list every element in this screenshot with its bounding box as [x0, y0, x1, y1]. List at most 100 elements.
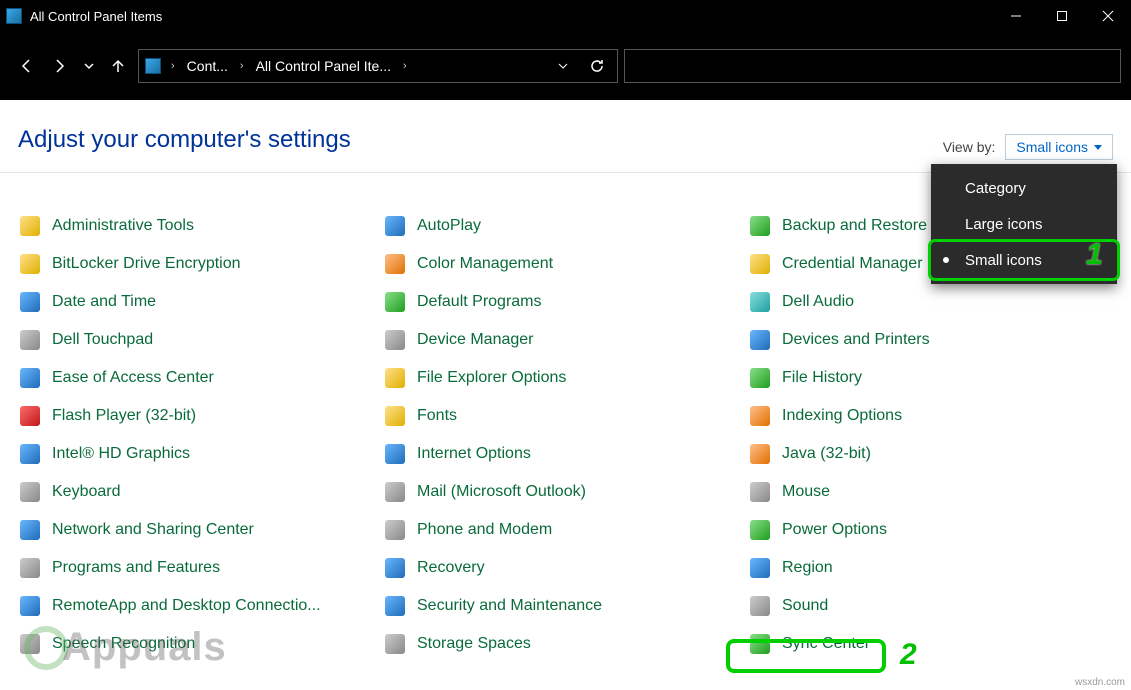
control-panel-item[interactable]: Power Options	[748, 511, 1108, 549]
maximize-button[interactable]	[1039, 0, 1085, 32]
breadcrumb-segment[interactable]: All Control Panel Ite...	[254, 58, 393, 74]
control-panel-item[interactable]: Internet Options	[383, 435, 743, 473]
item-label: Keyboard	[52, 483, 121, 501]
item-icon	[385, 216, 405, 236]
control-panel-item[interactable]: Dell Touchpad	[18, 321, 378, 359]
control-panel-item[interactable]: BitLocker Drive Encryption	[18, 245, 378, 283]
footer-credit: wsxdn.com	[1075, 677, 1125, 688]
item-label: Java (32-bit)	[782, 445, 871, 463]
item-icon	[750, 558, 770, 578]
option-label: Category	[965, 180, 1026, 197]
item-label: Internet Options	[417, 445, 531, 463]
control-panel-item[interactable]: Programs and Features	[18, 549, 378, 587]
control-panel-item[interactable]: Java (32-bit)	[748, 435, 1108, 473]
control-panel-item[interactable]: Sound	[748, 587, 1108, 625]
control-panel-icon	[6, 8, 22, 24]
item-icon	[385, 444, 405, 464]
minimize-button[interactable]	[993, 0, 1039, 32]
control-panel-item[interactable]: Mouse	[748, 473, 1108, 511]
chevron-right-icon[interactable]: ›	[236, 60, 248, 72]
item-icon	[385, 558, 405, 578]
view-option-large-icons[interactable]: Large icons	[931, 206, 1117, 242]
item-label: Flash Player (32-bit)	[52, 407, 196, 425]
item-icon	[385, 634, 405, 654]
recent-locations-button[interactable]	[80, 52, 98, 80]
view-by-label: View by:	[943, 139, 996, 155]
control-panel-item[interactable]: Security and Maintenance	[383, 587, 743, 625]
item-label: Mouse	[782, 483, 830, 501]
control-panel-item[interactable]: Sync Center	[748, 625, 1108, 663]
control-panel-item[interactable]: Date and Time	[18, 283, 378, 321]
control-panel-item[interactable]: AutoPlay	[383, 207, 743, 245]
item-label: Programs and Features	[52, 559, 220, 577]
control-panel-item[interactable]: Network and Sharing Center	[18, 511, 378, 549]
item-label: Device Manager	[417, 331, 534, 349]
item-label: Security and Maintenance	[417, 597, 602, 615]
back-button[interactable]	[12, 52, 40, 80]
control-panel-item[interactable]: Intel® HD Graphics	[18, 435, 378, 473]
control-panel-item[interactable]: RemoteApp and Desktop Connectio...	[18, 587, 378, 625]
item-icon	[385, 330, 405, 350]
item-label: Phone and Modem	[417, 521, 552, 539]
view-option-category[interactable]: Category	[931, 170, 1117, 206]
breadcrumb-segment[interactable]: Cont...	[185, 58, 230, 74]
item-label: Administrative Tools	[52, 217, 194, 235]
item-label: RemoteApp and Desktop Connectio...	[52, 597, 321, 615]
item-icon	[20, 330, 40, 350]
item-icon	[750, 330, 770, 350]
option-label: Small icons	[965, 252, 1042, 269]
control-panel-item[interactable]: Region	[748, 549, 1108, 587]
control-panel-item[interactable]: Device Manager	[383, 321, 743, 359]
control-panel-item[interactable]: Flash Player (32-bit)	[18, 397, 378, 435]
item-label: Sync Center	[782, 635, 870, 653]
search-input[interactable]	[624, 49, 1121, 83]
item-label: Mail (Microsoft Outlook)	[417, 483, 586, 501]
item-icon	[385, 406, 405, 426]
view-by-control: View by: Small icons	[943, 134, 1113, 160]
item-label: Recovery	[417, 559, 485, 577]
control-panel-item[interactable]: Default Programs	[383, 283, 743, 321]
caret-down-icon	[1094, 145, 1102, 150]
chevron-right-icon[interactable]: ›	[399, 60, 411, 72]
view-by-dropdown[interactable]: Small icons	[1005, 134, 1113, 160]
annotation-number-1: 1	[1086, 238, 1103, 272]
control-panel-item[interactable]: Recovery	[383, 549, 743, 587]
control-panel-item[interactable]: Indexing Options	[748, 397, 1108, 435]
address-bar[interactable]: › Cont... › All Control Panel Ite... ›	[138, 49, 618, 83]
control-panel-item[interactable]: Devices and Printers	[748, 321, 1108, 359]
item-icon	[20, 444, 40, 464]
item-icon	[750, 254, 770, 274]
item-label: File History	[782, 369, 862, 387]
control-panel-item[interactable]: Storage Spaces	[383, 625, 743, 663]
item-label: AutoPlay	[417, 217, 481, 235]
control-panel-item[interactable]: File History	[748, 359, 1108, 397]
up-button[interactable]	[104, 52, 132, 80]
control-panel-item[interactable]: Phone and Modem	[383, 511, 743, 549]
control-panel-item[interactable]: Dell Audio	[748, 283, 1108, 321]
item-label: Fonts	[417, 407, 457, 425]
item-icon	[750, 520, 770, 540]
address-dropdown-button[interactable]	[549, 50, 577, 82]
control-panel-item[interactable]: Administrative Tools	[18, 207, 378, 245]
close-button[interactable]	[1085, 0, 1131, 32]
control-panel-item[interactable]: Ease of Access Center	[18, 359, 378, 397]
control-panel-item[interactable]: Keyboard	[18, 473, 378, 511]
item-icon	[385, 482, 405, 502]
watermark-text: Appuals	[62, 625, 227, 669]
item-icon	[20, 482, 40, 502]
refresh-button[interactable]	[583, 50, 611, 82]
control-panel-item[interactable]: File Explorer Options	[383, 359, 743, 397]
item-label: Storage Spaces	[417, 635, 531, 653]
control-panel-item[interactable]: Mail (Microsoft Outlook)	[383, 473, 743, 511]
item-icon	[750, 292, 770, 312]
item-icon	[750, 634, 770, 654]
item-icon	[385, 368, 405, 388]
view-by-value: Small icons	[1016, 139, 1088, 155]
item-label: Indexing Options	[782, 407, 902, 425]
chevron-right-icon[interactable]: ›	[167, 60, 179, 72]
control-panel-item[interactable]: Fonts	[383, 397, 743, 435]
window-title: All Control Panel Items	[30, 9, 993, 24]
item-label: File Explorer Options	[417, 369, 566, 387]
control-panel-item[interactable]: Color Management	[383, 245, 743, 283]
forward-button[interactable]	[46, 52, 74, 80]
